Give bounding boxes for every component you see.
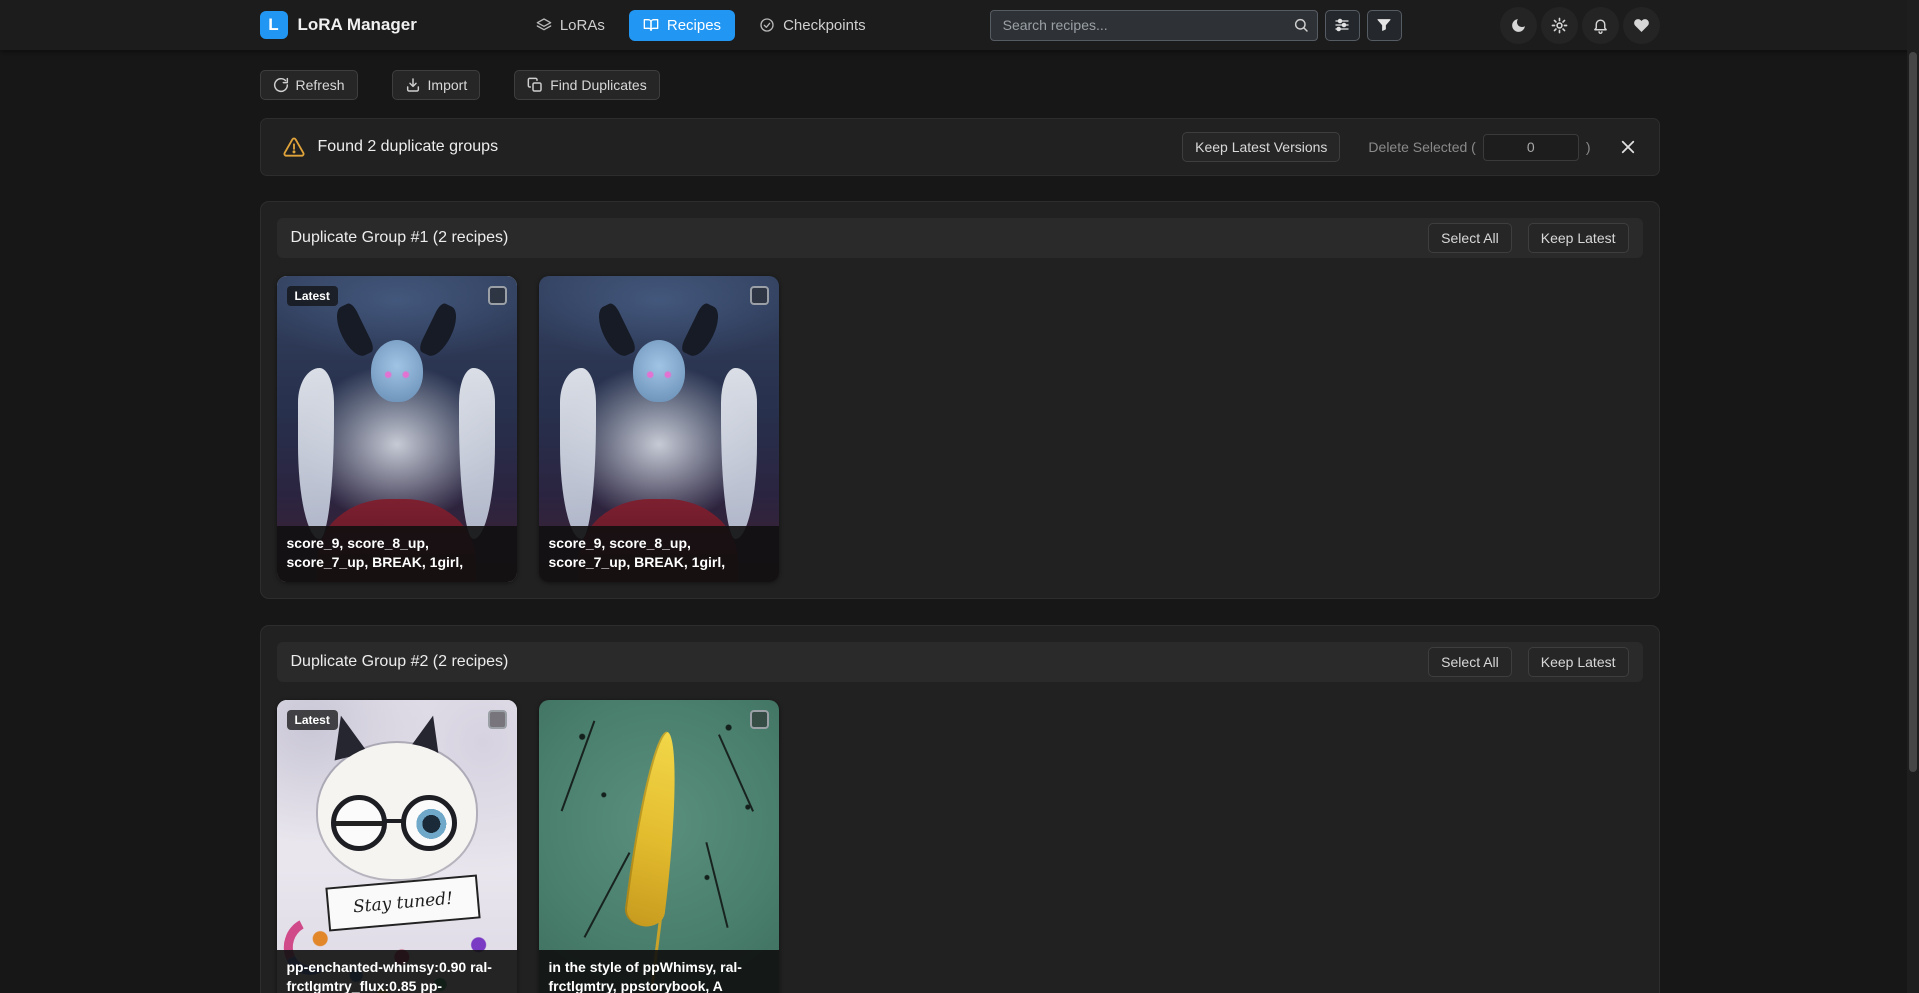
bell-icon <box>1592 17 1609 34</box>
search-box <box>990 10 1318 41</box>
delete-selected-suffix: ) <box>1586 139 1591 155</box>
tab-recipes-label: Recipes <box>667 17 721 34</box>
card-checkbox[interactable] <box>488 710 507 729</box>
app-title: LoRA Manager <box>298 15 417 35</box>
duplicate-group-panel-2: Duplicate Group #2 (2 recipes) Select Al… <box>260 625 1660 993</box>
card-checkbox[interactable] <box>488 286 507 305</box>
tab-loras[interactable]: LoRAs <box>522 10 619 41</box>
card-caption: score_9, score_8_up, score_7_up, BREAK, … <box>539 526 779 582</box>
tab-checkpoints[interactable]: Checkpoints <box>745 10 880 41</box>
import-icon <box>405 77 421 93</box>
recipe-card[interactable]: Stay tuned! Latest pp-enchanted-whimsy:0… <box>277 700 517 993</box>
navbar-right-icons <box>1500 7 1660 44</box>
sliders-icon <box>1334 17 1350 33</box>
scrollbar[interactable] <box>1907 0 1919 993</box>
find-duplicates-button[interactable]: Find Duplicates <box>514 70 660 100</box>
navbar: L LoRA Manager LoRAs Recipes Checkpoi <box>0 0 1919 50</box>
main-nav: LoRAs Recipes Checkpoints <box>522 10 880 41</box>
heart-icon <box>1633 17 1650 34</box>
theme-toggle-button[interactable] <box>1500 7 1537 44</box>
import-label: Import <box>428 77 468 93</box>
latest-badge: Latest <box>287 710 338 730</box>
card-caption: in the style of ppWhimsy, ral-frctlgmtry… <box>539 950 779 993</box>
dismiss-banner-button[interactable] <box>1619 138 1637 156</box>
group-2-select-all-button[interactable]: Select All <box>1428 647 1512 677</box>
recipe-card[interactable]: score_9, score_8_up, score_7_up, BREAK, … <box>539 276 779 582</box>
close-icon <box>1619 138 1637 156</box>
duplicate-group-panel-1: Duplicate Group #1 (2 recipes) Select Al… <box>260 201 1660 599</box>
scrollbar-thumb[interactable] <box>1909 52 1917 772</box>
tab-recipes[interactable]: Recipes <box>629 10 735 41</box>
book-icon <box>643 17 659 33</box>
import-button[interactable]: Import <box>392 70 481 100</box>
selected-count-input[interactable] <box>1483 134 1579 161</box>
group-1-select-all-button[interactable]: Select All <box>1428 223 1512 253</box>
notifications-button[interactable] <box>1582 7 1619 44</box>
gear-icon <box>1551 17 1568 34</box>
copy-icon <box>527 77 543 93</box>
warning-icon <box>283 136 305 158</box>
group-1-header: Duplicate Group #1 (2 recipes) Select Al… <box>277 218 1643 258</box>
latest-badge: Latest <box>287 286 338 306</box>
tab-checkpoints-label: Checkpoints <box>783 17 866 34</box>
check-circle-icon <box>759 17 775 33</box>
brand[interactable]: L LoRA Manager <box>260 11 417 39</box>
app-logo-icon: L <box>260 11 288 39</box>
settings-button[interactable] <box>1541 7 1578 44</box>
group-1-keep-latest-button[interactable]: Keep Latest <box>1528 223 1629 253</box>
layers-icon <box>536 17 552 33</box>
refresh-button[interactable]: Refresh <box>260 70 358 100</box>
favorites-button[interactable] <box>1623 7 1660 44</box>
toolbar: Refresh Import Find Duplicates <box>260 70 1660 100</box>
refresh-icon <box>273 77 289 93</box>
card-caption: score_9, score_8_up, score_7_up, BREAK, … <box>277 526 517 582</box>
group-2-header: Duplicate Group #2 (2 recipes) Select Al… <box>277 642 1643 682</box>
funnel-icon <box>1376 17 1392 33</box>
group-1-title: Duplicate Group #1 (2 recipes) <box>291 229 509 247</box>
group-2-cards: Stay tuned! Latest pp-enchanted-whimsy:0… <box>277 700 1643 993</box>
banner-message: Found 2 duplicate groups <box>318 138 499 156</box>
card-caption: pp-enchanted-whimsy:0.90 ral-frctlgmtry_… <box>277 950 517 993</box>
recipe-card[interactable]: Latest score_9, score_8_up, score_7_up, … <box>277 276 517 582</box>
recipe-card[interactable]: in the style of ppWhimsy, ral-frctlgmtry… <box>539 700 779 993</box>
group-2-title: Duplicate Group #2 (2 recipes) <box>291 653 509 671</box>
delete-selected-control: Delete Selected ( ) <box>1368 134 1590 161</box>
group-1-cards: Latest score_9, score_8_up, score_7_up, … <box>277 276 1643 582</box>
card-checkbox[interactable] <box>750 286 769 305</box>
duplicates-banner: Found 2 duplicate groups Keep Latest Ver… <box>260 118 1660 176</box>
find-duplicates-label: Find Duplicates <box>550 77 647 93</box>
search-icon[interactable] <box>1293 17 1309 33</box>
filter-button[interactable] <box>1367 10 1402 41</box>
search-input[interactable] <box>990 10 1318 41</box>
moon-icon <box>1510 17 1527 34</box>
group-2-keep-latest-button[interactable]: Keep Latest <box>1528 647 1629 677</box>
refresh-label: Refresh <box>296 77 345 93</box>
tab-loras-label: LoRAs <box>560 17 605 34</box>
sliders-button[interactable] <box>1325 10 1360 41</box>
card-checkbox[interactable] <box>750 710 769 729</box>
keep-latest-versions-button[interactable]: Keep Latest Versions <box>1182 132 1340 162</box>
delete-selected-prefix: Delete Selected ( <box>1368 139 1475 155</box>
